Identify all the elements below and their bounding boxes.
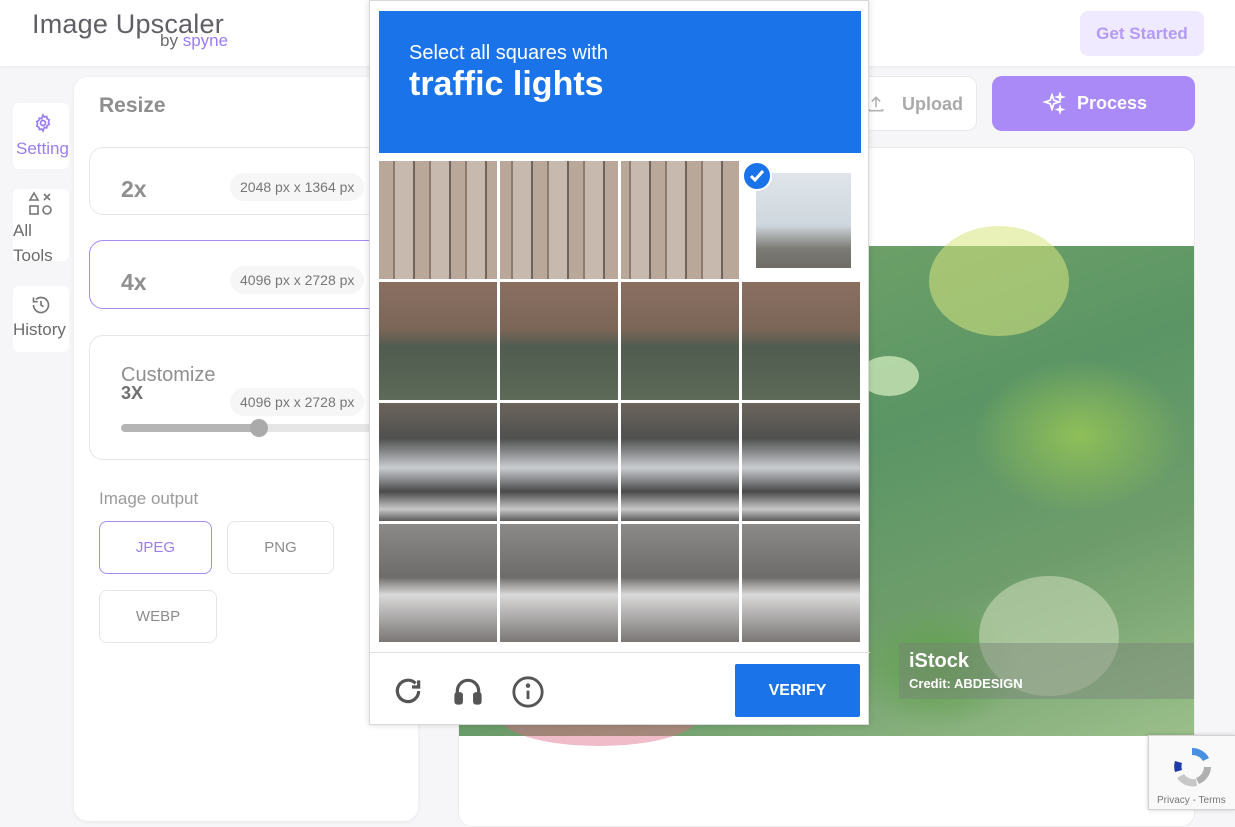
format-jpeg-button[interactable]: JPEG bbox=[99, 521, 212, 574]
history-icon bbox=[32, 296, 50, 314]
captcha-tile[interactable] bbox=[621, 403, 739, 521]
app-logo-byline: by spyne bbox=[160, 31, 228, 51]
recaptcha-badge[interactable]: Privacy - Terms bbox=[1148, 735, 1235, 810]
terms-link[interactable]: Terms bbox=[1199, 795, 1226, 806]
resize-option-2x[interactable]: 2x 2048 px x 1364 px bbox=[89, 147, 389, 215]
info-icon[interactable] bbox=[511, 675, 545, 709]
format-png-button[interactable]: PNG bbox=[227, 521, 334, 574]
captcha-tile[interactable] bbox=[379, 161, 497, 279]
slider-fill bbox=[121, 424, 259, 432]
sparkles-icon bbox=[1042, 92, 1066, 115]
resize-option-customize[interactable]: Customize 3X 4096 px x 2728 px bbox=[89, 335, 389, 460]
captcha-tile[interactable] bbox=[621, 282, 739, 400]
recaptcha-links: Privacy - Terms bbox=[1157, 795, 1226, 806]
resize-option-dims: 2048 px x 1364 px bbox=[230, 173, 365, 201]
rail-item-all-tools[interactable]: All Tools bbox=[13, 189, 69, 265]
verify-button[interactable]: VERIFY bbox=[735, 664, 860, 717]
rail-label-all: All bbox=[13, 221, 32, 240]
rail-label-tools: Tools bbox=[13, 246, 53, 265]
istock-watermark: iStock Credit: ABDESIGN bbox=[899, 643, 1194, 699]
captcha-tile[interactable] bbox=[742, 282, 860, 400]
upload-icon bbox=[868, 96, 884, 112]
rail-item-setting[interactable]: Setting bbox=[13, 103, 69, 169]
tile-image bbox=[756, 173, 851, 268]
captcha-target-object: traffic lights bbox=[409, 65, 604, 103]
resize-option-4x[interactable]: 4x 4096 px x 2728 px bbox=[89, 240, 389, 309]
process-label: Process bbox=[1077, 93, 1148, 113]
process-button[interactable]: Process bbox=[992, 76, 1195, 131]
recaptcha-logo-icon bbox=[1174, 747, 1211, 787]
captcha-challenge-dialog: Select all squares with traffic lights V… bbox=[369, 0, 870, 725]
captcha-tile[interactable] bbox=[379, 524, 497, 642]
captcha-header: Select all squares with traffic lights bbox=[379, 11, 861, 153]
captcha-tile[interactable] bbox=[500, 161, 618, 279]
headphones-icon[interactable] bbox=[452, 675, 484, 707]
logo-brand: spyne bbox=[182, 31, 229, 50]
captcha-tile[interactable] bbox=[742, 524, 860, 642]
watermark-brand: iStock bbox=[909, 650, 970, 672]
captcha-tile[interactable] bbox=[621, 524, 739, 642]
image-output-label: Image output bbox=[99, 489, 199, 508]
resize-title: Resize bbox=[99, 94, 166, 117]
captcha-tile[interactable] bbox=[742, 161, 860, 279]
settings-panel: Resize 2x 2048 px x 1364 px 4x 4096 px x… bbox=[74, 77, 418, 821]
logo-by: by bbox=[160, 31, 178, 50]
captcha-image-grid bbox=[379, 161, 861, 643]
captcha-tile[interactable] bbox=[379, 282, 497, 400]
checkmark-icon bbox=[742, 161, 772, 191]
captcha-instruction: Select all squares with bbox=[409, 42, 608, 64]
gear-icon bbox=[35, 113, 51, 133]
captcha-tile[interactable] bbox=[500, 524, 618, 642]
captcha-tile[interactable] bbox=[742, 403, 860, 521]
rail-label-all-tools: All Tools bbox=[13, 218, 53, 268]
rail-label-history: History bbox=[13, 320, 66, 339]
slider-thumb[interactable] bbox=[249, 419, 268, 437]
reload-icon[interactable] bbox=[392, 675, 424, 707]
resize-option-dims: 4096 px x 2728 px bbox=[230, 266, 365, 294]
customize-dims: 4096 px x 2728 px bbox=[230, 388, 365, 416]
image-highlight bbox=[929, 226, 1069, 336]
captcha-tile[interactable] bbox=[500, 403, 618, 521]
captcha-tile[interactable] bbox=[379, 403, 497, 521]
get-started-button[interactable]: Get Started bbox=[1080, 11, 1204, 56]
customize-slider[interactable] bbox=[121, 419, 371, 437]
captcha-tile[interactable] bbox=[500, 282, 618, 400]
customize-value: 3X bbox=[121, 383, 144, 403]
upload-label: Upload bbox=[902, 94, 963, 114]
privacy-link[interactable]: Privacy bbox=[1157, 795, 1190, 806]
resize-option-label: 4x bbox=[121, 269, 147, 295]
rail-item-history[interactable]: History bbox=[13, 286, 69, 352]
tools-grid-icon bbox=[28, 191, 52, 215]
captcha-tile[interactable] bbox=[621, 161, 739, 279]
format-webp-button[interactable]: WEBP bbox=[99, 590, 217, 643]
captcha-footer-divider bbox=[370, 652, 870, 653]
rail-label-setting: Setting bbox=[16, 139, 69, 158]
watermark-credit: Credit: ABDESIGN bbox=[909, 676, 1023, 691]
resize-option-label: 2x bbox=[121, 176, 147, 202]
links-separator: - bbox=[1189, 795, 1199, 806]
